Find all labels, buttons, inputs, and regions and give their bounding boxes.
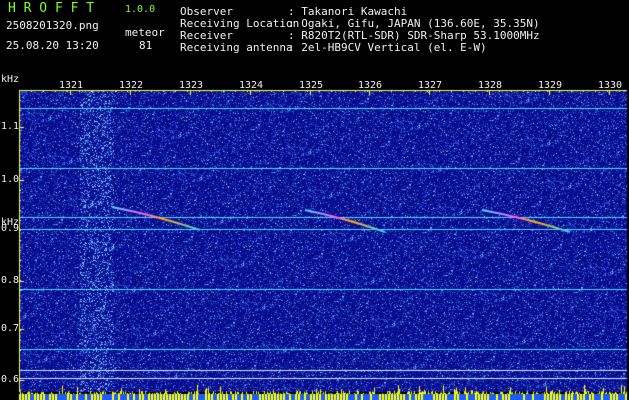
info-value-antenna: : 2el-HB9CV Vertical (el. E-W) — [288, 41, 487, 54]
app-title: H R O F F T — [8, 1, 95, 16]
x-tick-label: 1327 — [418, 80, 443, 91]
spectrogram-canvas — [0, 0, 629, 400]
y-tick-label: 0.8 — [1, 275, 20, 286]
file-name: 2508201320.png — [6, 19, 99, 32]
y-tick-label: 1.0 — [1, 174, 20, 185]
x-tick-label: 1329 — [538, 80, 563, 91]
x-tick-label: 1326 — [358, 80, 383, 91]
y-unit-top: kHz — [1, 74, 20, 85]
x-tick-label: 1328 — [478, 80, 503, 91]
y-tick-label: 0.6 — [1, 374, 20, 385]
x-tick-label: 1330 — [598, 80, 623, 91]
y-tick-label: 0.7 — [1, 323, 20, 334]
meteor-count: 81 — [139, 39, 153, 52]
x-tick-label: 1325 — [299, 80, 324, 91]
info-label-antenna: Receiving antenna — [180, 41, 293, 54]
y-tick-label: 1.1 — [1, 121, 20, 132]
x-tick-label: 1322 — [119, 80, 144, 91]
app-version: 1.0.0 — [125, 4, 156, 15]
y-tick-label: 0.9 — [1, 223, 20, 234]
x-tick-label: 1321 — [59, 80, 84, 91]
x-tick-label: 1324 — [239, 80, 264, 91]
meteor-label: meteor — [125, 26, 165, 39]
file-datetime: 25.08.20 13:20 — [6, 39, 99, 52]
x-tick-label: 1323 — [179, 80, 204, 91]
